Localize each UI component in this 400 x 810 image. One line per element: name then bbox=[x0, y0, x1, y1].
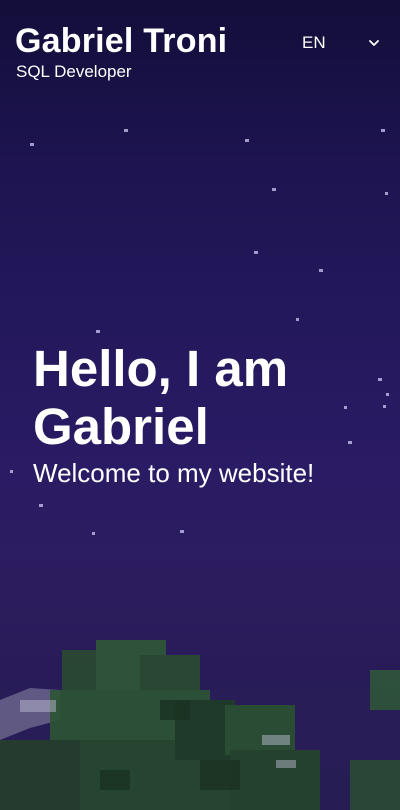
hero-subtitle: Welcome to my website! bbox=[33, 458, 315, 488]
hero-title: Hello, I am Gabriel bbox=[33, 340, 289, 455]
hero-section: Hello, I am Gabriel Welcome to my websit… bbox=[33, 340, 373, 488]
language-select[interactable]: EN bbox=[294, 30, 386, 56]
language-selected-value: EN bbox=[302, 33, 326, 52]
site-role: SQL Developer bbox=[16, 62, 132, 81]
chevron-down-icon bbox=[369, 40, 379, 46]
site-header: Gabriel Troni SQL Developer EN bbox=[0, 0, 400, 90]
site-name: Gabriel Troni bbox=[15, 22, 228, 60]
